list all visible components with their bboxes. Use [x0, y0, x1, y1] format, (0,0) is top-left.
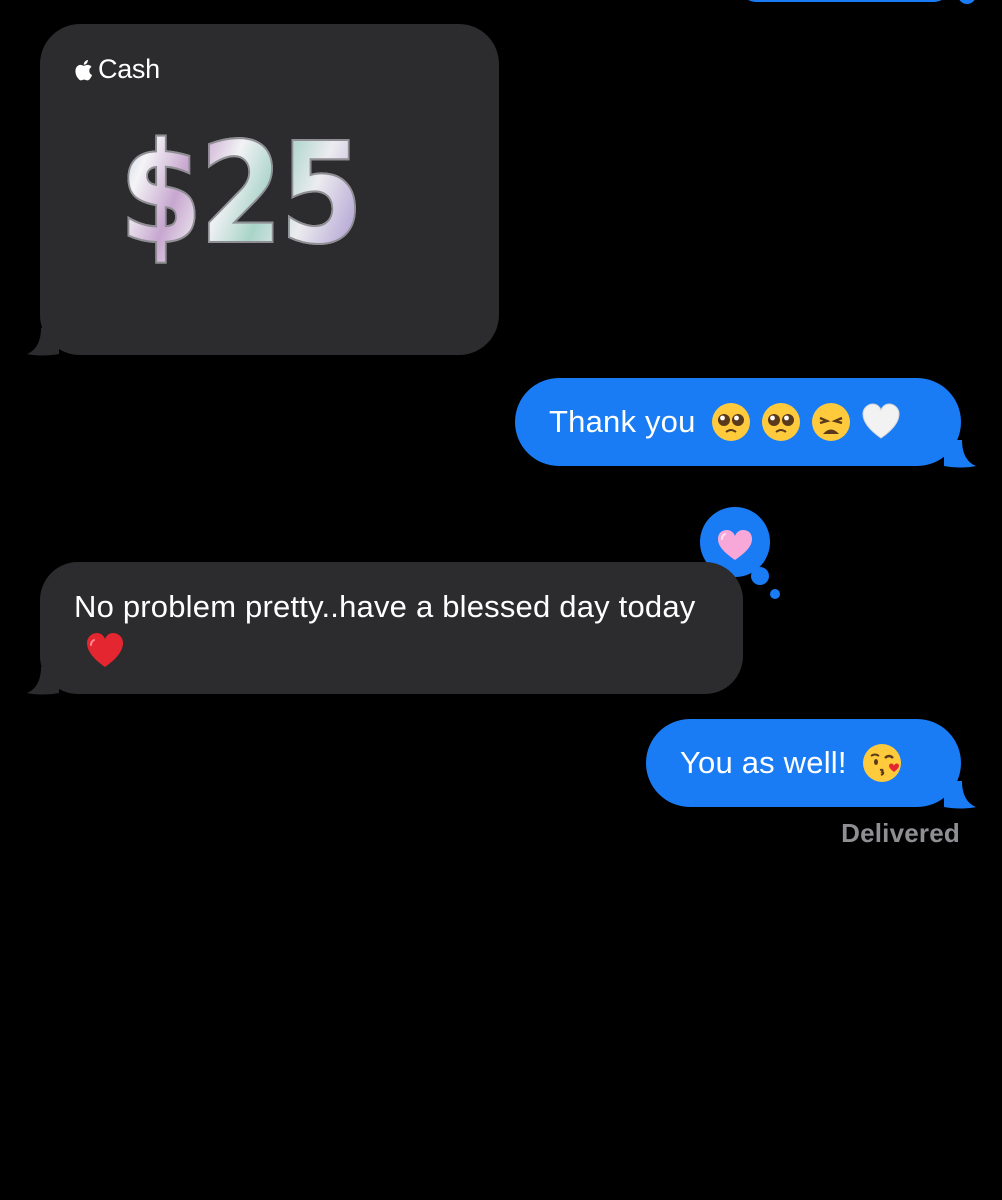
- message-text: You as well!: [680, 745, 847, 780]
- apple-logo-icon: [75, 59, 92, 80]
- apple-cash-header: Cash: [74, 54, 160, 85]
- delivery-status: Delivered: [841, 818, 960, 848]
- red-heart-emoji-icon: [87, 632, 123, 667]
- received-bubble-tail: [27, 667, 59, 695]
- sent-bubble-tail: [944, 781, 976, 809]
- previous-message-tail: [958, 0, 976, 4]
- pleading-face-emoji-icon: [711, 403, 750, 441]
- message-bubble-sent[interactable]: Thank you: [515, 378, 961, 466]
- apple-cash-bubble-tail: [27, 328, 59, 356]
- face-blowing-kiss-emoji-icon: [862, 744, 901, 782]
- pleading-face-emoji-icon: [761, 403, 800, 441]
- message-text: Thank you: [549, 404, 696, 439]
- white-heart-emoji-icon: [862, 403, 900, 439]
- message-thread: Cash $25 Thank you No problem pretty..ha…: [0, 0, 1002, 1200]
- apple-cash-label: Cash: [98, 54, 160, 84]
- apple-cash-bubble[interactable]: Cash $25: [40, 24, 499, 355]
- previous-message-bubble[interactable]: [740, 0, 950, 2]
- apple-cash-amount: $25: [42, 119, 437, 271]
- message-bubble-received[interactable]: No problem pretty..have a blessed day to…: [40, 562, 743, 694]
- sent-bubble-tail: [944, 440, 976, 468]
- message-text: No problem pretty..have a blessed day to…: [74, 589, 696, 624]
- weary-face-emoji-icon: [811, 403, 850, 441]
- message-bubble-sent[interactable]: You as well!: [646, 719, 961, 807]
